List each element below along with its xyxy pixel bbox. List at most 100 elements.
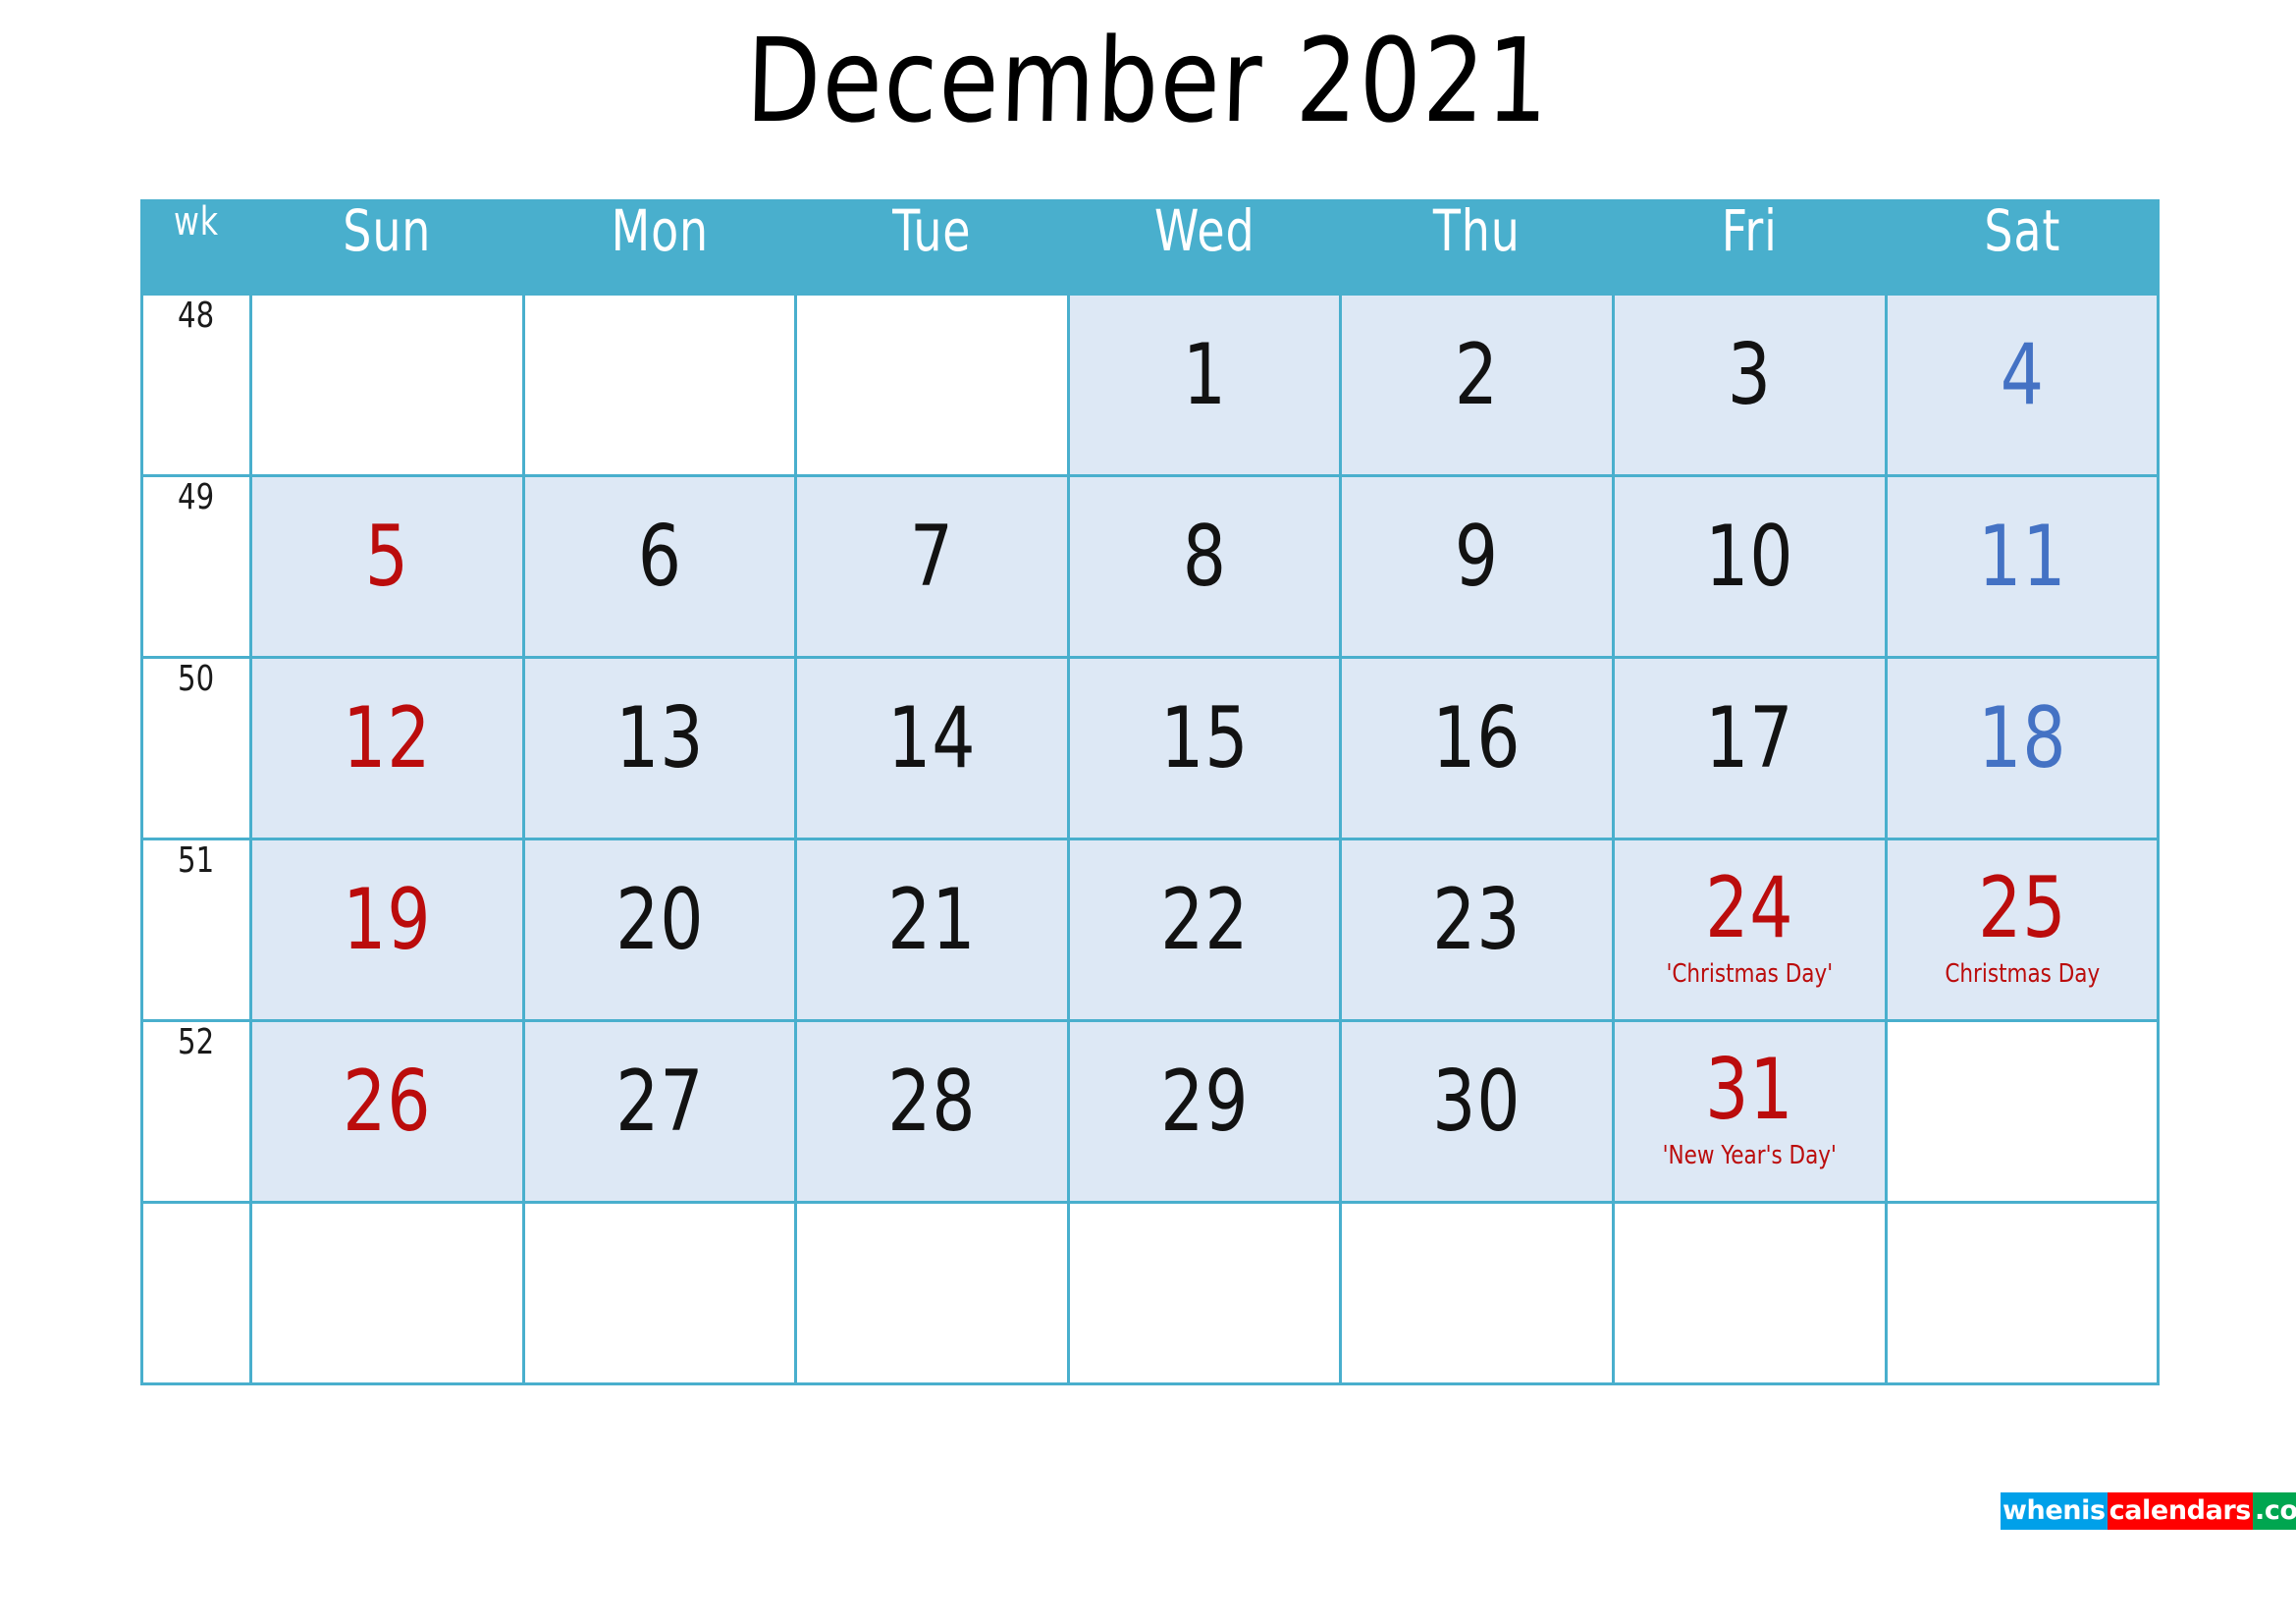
week-number-cell: 51 — [140, 838, 252, 1022]
day-cell-10[interactable]: 10 — [1611, 474, 1888, 659]
day-cell-26[interactable]: 26 — [249, 1019, 525, 1204]
header-day-wed: Wed — [1066, 199, 1343, 296]
week-number: 50 — [178, 659, 215, 699]
header-day-thu: Thu — [1339, 197, 1615, 296]
day-number: 13 — [614, 689, 705, 787]
day-cell-8[interactable]: 8 — [1066, 474, 1343, 659]
day-number — [811, 1204, 1053, 1241]
calendar-week-row: 48 1 2 3 4 — [140, 293, 2161, 477]
day-number: 28 — [887, 1053, 977, 1151]
week-number-cell: 52 — [140, 1019, 252, 1204]
day-cell-empty — [521, 293, 798, 477]
header-week-column: wk — [140, 199, 252, 296]
day-cell-empty — [249, 1201, 525, 1385]
header-day-label: Tue — [892, 197, 972, 264]
day-number: 2 — [1455, 326, 1500, 424]
week-number-cell: 50 — [140, 656, 252, 840]
day-number: 4 — [2000, 326, 2045, 424]
day-number: 27 — [614, 1053, 705, 1151]
day-cell-13[interactable]: 13 — [521, 656, 798, 840]
day-number — [1084, 1204, 1326, 1241]
day-cell-11[interactable]: 11 — [1884, 474, 2161, 659]
day-number: 15 — [1159, 689, 1250, 787]
day-cell-14[interactable]: 14 — [794, 656, 1070, 840]
header-day-sat: Sat — [1884, 197, 2161, 296]
day-number: 22 — [1159, 871, 1250, 969]
day-cell-29[interactable]: 29 — [1066, 1019, 1343, 1204]
day-cell-12[interactable]: 12 — [249, 656, 525, 840]
week-number: 51 — [178, 840, 215, 881]
day-number — [538, 1204, 780, 1241]
logo-part-whenis: whenis — [2001, 1492, 2108, 1530]
day-number: 8 — [1182, 508, 1227, 606]
day-cell-19[interactable]: 19 — [249, 838, 525, 1022]
week-number: 52 — [178, 1022, 215, 1062]
day-cell-23[interactable]: 23 — [1339, 838, 1615, 1022]
logo-part-com: .com — [2252, 1492, 2296, 1530]
day-cell-24[interactable]: 24 'Christmas Day' — [1611, 838, 1888, 1022]
holiday-label: Christmas Day — [1944, 959, 2100, 989]
day-cell-empty — [1884, 1201, 2161, 1385]
week-number: 49 — [178, 477, 215, 517]
header-day-label: Fri — [1721, 197, 1778, 264]
day-cell-16[interactable]: 16 — [1339, 656, 1615, 840]
site-logo[interactable]: whenis calendars .com — [2001, 1492, 2296, 1530]
day-number: 19 — [343, 871, 432, 969]
day-cell-5[interactable]: 5 — [249, 474, 525, 659]
header-day-label: Sun — [343, 197, 432, 264]
day-number: 5 — [364, 508, 409, 606]
holiday-label: 'Christmas Day' — [1666, 959, 1834, 989]
day-number: 29 — [1159, 1053, 1250, 1151]
day-cell-25[interactable]: 25 Christmas Day — [1884, 838, 2161, 1022]
calendar-body: 48 1 2 3 4 49 5 6 7 8 9 10 11 50 12 13 14 15 16 17 18 51 19 20 2… — [140, 293, 2161, 1385]
header-day-label: Sat — [1983, 197, 2060, 264]
day-number: 9 — [1455, 508, 1500, 606]
week-number: 48 — [178, 296, 215, 336]
calendar-week-row: 51 19 20 21 22 23 24 'Christmas Day' 25 Christmas… — [140, 838, 2161, 1022]
day-cell-20[interactable]: 20 — [521, 838, 798, 1022]
calendar-week-row: 49 5 6 7 8 9 10 11 — [140, 474, 2161, 659]
day-cell-empty — [794, 293, 1070, 477]
day-number: 20 — [614, 871, 705, 969]
calendar-grid: wk Sun Mon Tue Wed Thu Fri Sat 48 1 2 3 … — [140, 197, 2161, 1385]
day-cell-17[interactable]: 17 — [1611, 656, 1888, 840]
day-cell-22[interactable]: 22 — [1066, 838, 1343, 1022]
day-cell-28[interactable]: 28 — [794, 1019, 1070, 1204]
day-cell-30[interactable]: 30 — [1339, 1019, 1615, 1204]
calendar-week-row: 52 26 27 28 29 30 31 'New Year's Day' — [140, 1019, 2161, 1204]
day-number: 14 — [887, 689, 977, 787]
header-day-tue: Tue — [794, 197, 1070, 296]
day-number: 10 — [1705, 508, 1794, 606]
day-number: 11 — [1977, 508, 2067, 606]
header-week-label: wk — [173, 199, 220, 244]
day-cell-empty — [1884, 1019, 2161, 1204]
calendar-week-row: 50 12 13 14 15 16 17 18 — [140, 656, 2161, 840]
day-number — [266, 1204, 508, 1241]
day-number — [1900, 1204, 2143, 1241]
header-day-sun: Sun — [249, 197, 525, 296]
day-cell-18[interactable]: 18 — [1884, 656, 2161, 840]
day-number — [1900, 1022, 2143, 1059]
day-number: 6 — [637, 508, 682, 606]
day-cell-27[interactable]: 27 — [521, 1019, 798, 1204]
day-cell-21[interactable]: 21 — [794, 838, 1070, 1022]
day-number: 17 — [1705, 689, 1794, 787]
day-number — [811, 296, 1053, 333]
day-cell-9[interactable]: 9 — [1339, 474, 1615, 659]
day-number: 21 — [887, 871, 977, 969]
logo-part-calendars: calendars — [2107, 1492, 2253, 1530]
day-cell-7[interactable]: 7 — [794, 474, 1070, 659]
day-cell-1[interactable]: 1 — [1066, 293, 1343, 477]
day-number: 12 — [343, 689, 432, 787]
day-cell-empty — [794, 1201, 1070, 1385]
day-cell-6[interactable]: 6 — [521, 474, 798, 659]
header-day-label: Mon — [611, 197, 709, 264]
day-cell-15[interactable]: 15 — [1066, 656, 1343, 840]
day-number: 7 — [909, 508, 955, 606]
day-cell-2[interactable]: 2 — [1339, 293, 1615, 477]
day-cell-3[interactable]: 3 — [1611, 293, 1888, 477]
day-cell-4[interactable]: 4 — [1884, 293, 2161, 477]
day-cell-empty — [1339, 1201, 1615, 1385]
header-day-label: Thu — [1433, 197, 1522, 264]
day-cell-31[interactable]: 31 'New Year's Day' — [1611, 1019, 1888, 1204]
